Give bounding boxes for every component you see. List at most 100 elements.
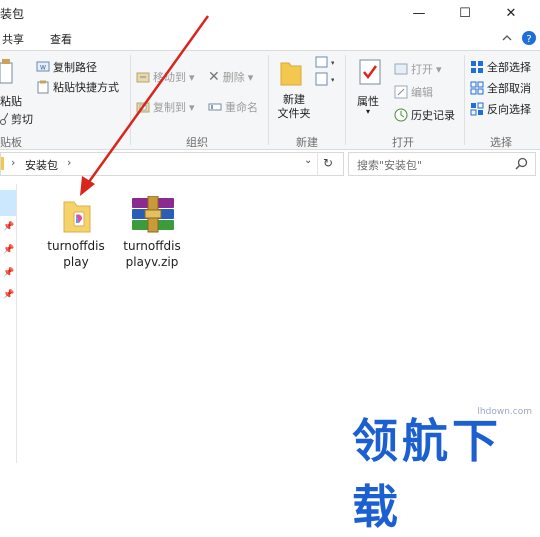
copy-path-icon: W	[36, 61, 50, 72]
breadcrumb-separator-icon: ›	[11, 156, 16, 169]
select-none-button[interactable]: 全部取消	[470, 80, 531, 96]
search-box[interactable]: 搜索"安装包"	[348, 152, 536, 176]
pin-icon: 📌	[3, 245, 15, 255]
properties-icon	[359, 59, 381, 85]
select-all-button[interactable]: 全部选择	[470, 59, 531, 75]
edit-button[interactable]: 编辑	[394, 84, 433, 100]
ribbon-separator	[130, 55, 131, 145]
address-divider	[317, 153, 318, 175]
open-group-label: 打开	[392, 136, 414, 149]
chevron-down-icon: ▾	[436, 62, 442, 76]
close-icon: ✕	[505, 5, 517, 21]
select-none-icon	[470, 81, 484, 95]
new-folder-button[interactable]: 新建 文件夹	[274, 93, 314, 121]
delete-label: 删除	[222, 71, 245, 84]
rename-button[interactable]: 重命名	[208, 99, 258, 115]
copy-to-label: 复制到	[153, 101, 186, 114]
chevron-down-icon: ▾	[247, 70, 254, 84]
winrar-archive-icon	[132, 196, 174, 233]
navigation-selected-item[interactable]	[0, 190, 16, 216]
ribbon-separator	[464, 55, 465, 145]
open-button[interactable]: 打开 ▾	[394, 61, 442, 77]
select-all-label: 全部选择	[487, 61, 531, 74]
scissors-icon	[0, 112, 8, 125]
maximize-button[interactable]: ☐	[442, 0, 488, 26]
pin-icon: 📌	[3, 290, 15, 300]
new-item-icons[interactable]: ▾ ▾	[314, 55, 334, 91]
pin-icon: 📌	[3, 222, 15, 232]
paste-shortcut-icon	[37, 80, 49, 94]
file-item-zip[interactable]: turnoffdis playv.zip	[112, 196, 192, 276]
copy-path-label: 复制路径	[53, 61, 97, 74]
paste-icon	[0, 59, 13, 84]
rename-label: 重命名	[225, 101, 258, 114]
new-group-label: 新建	[296, 136, 318, 149]
maximize-icon: ☐	[459, 5, 471, 21]
close-button[interactable]: ✕	[488, 0, 534, 26]
svg-text:W: W	[40, 65, 46, 72]
file-item-folder[interactable]: turnoffdis play	[36, 196, 116, 276]
select-all-icon	[471, 61, 483, 73]
rename-icon	[208, 103, 222, 111]
ribbon-tabs: 共享 查看 ?	[0, 26, 540, 50]
clipboard-group-label: 贴板	[0, 136, 22, 149]
search-icon[interactable]	[515, 157, 528, 170]
invert-selection-button[interactable]: 反向选择	[470, 101, 531, 117]
open-label: 打开	[411, 63, 433, 76]
organize-group-label: 组织	[186, 136, 208, 149]
new-folder-icon	[280, 62, 302, 86]
breadcrumb-separator-icon[interactable]: ›	[67, 156, 71, 169]
help-icon[interactable]: ?	[521, 30, 537, 46]
file-name-label: turnoffdis play	[47, 239, 105, 269]
collapse-ribbon-icon[interactable]	[502, 33, 512, 43]
edit-label: 编辑	[411, 86, 433, 99]
pin-icon: 📌	[3, 268, 15, 278]
search-input[interactable]: 搜索"安装包"	[357, 157, 422, 173]
move-to-button[interactable]: 移动到 ▾	[136, 69, 195, 85]
move-to-label: 移动到	[153, 71, 186, 84]
svg-text:▾: ▾	[331, 59, 334, 67]
refresh-icon[interactable]: ↻	[323, 156, 333, 170]
cut-label: 剪切	[11, 113, 33, 126]
cut-button[interactable]: 剪切	[0, 111, 33, 127]
invert-selection-label: 反向选择	[487, 103, 531, 116]
chevron-down-icon: ▾	[366, 107, 371, 116]
select-none-label: 全部取消	[487, 82, 531, 95]
minimize-button[interactable]: —	[396, 0, 442, 26]
copy-to-button[interactable]: 复制到 ▾	[136, 99, 195, 115]
title-bar: 装包 — ☐ ✕	[0, 0, 540, 26]
svg-text:?: ?	[526, 34, 531, 45]
ribbon-separator	[345, 55, 346, 145]
move-to-icon	[136, 72, 150, 83]
tab-share[interactable]: 共享	[2, 31, 24, 47]
select-group-label: 选择	[490, 136, 512, 149]
delete-x-icon: ✕	[208, 69, 220, 85]
copy-path-button[interactable]: W 复制路径	[36, 59, 97, 75]
paste-shortcut-label: 粘贴快捷方式	[53, 81, 119, 94]
paste-shortcut-button[interactable]: 粘贴快捷方式	[36, 79, 119, 95]
file-name-label: turnoffdis playv.zip	[123, 239, 181, 269]
open-icon	[394, 63, 408, 75]
history-label: 历史记录	[411, 109, 455, 122]
paste-button[interactable]: 粘贴	[0, 93, 22, 109]
watermark-logo: 领航下载	[352, 414, 502, 534]
delete-button[interactable]: ✕ 删除 ▾	[208, 69, 253, 85]
ribbon: 粘贴 W 复制路径 粘贴快捷方式 剪切 贴板 移动到 ▾ 复制到 ▾ ✕ 删除 …	[0, 50, 540, 150]
history-button[interactable]: 历史记录	[394, 107, 455, 123]
address-bar[interactable]: › 安装包 › ⌄ ↻	[0, 152, 344, 176]
folder-icon	[1, 157, 4, 170]
breadcrumb-item[interactable]: 安装包	[25, 157, 58, 173]
ribbon-separator	[268, 55, 269, 145]
invert-selection-icon	[470, 102, 484, 116]
chevron-down-icon[interactable]: ⌄	[304, 155, 312, 166]
chevron-down-icon: ▾	[189, 70, 195, 84]
copy-to-icon	[136, 102, 150, 113]
history-icon	[394, 108, 408, 122]
svg-text:▾: ▾	[331, 76, 334, 84]
chevron-down-icon: ▾	[189, 100, 195, 114]
minimize-icon: —	[412, 5, 426, 21]
tab-view[interactable]: 查看	[50, 31, 72, 47]
edit-icon	[394, 85, 408, 99]
window-title: 装包	[0, 7, 25, 21]
folder-icon	[63, 201, 91, 233]
